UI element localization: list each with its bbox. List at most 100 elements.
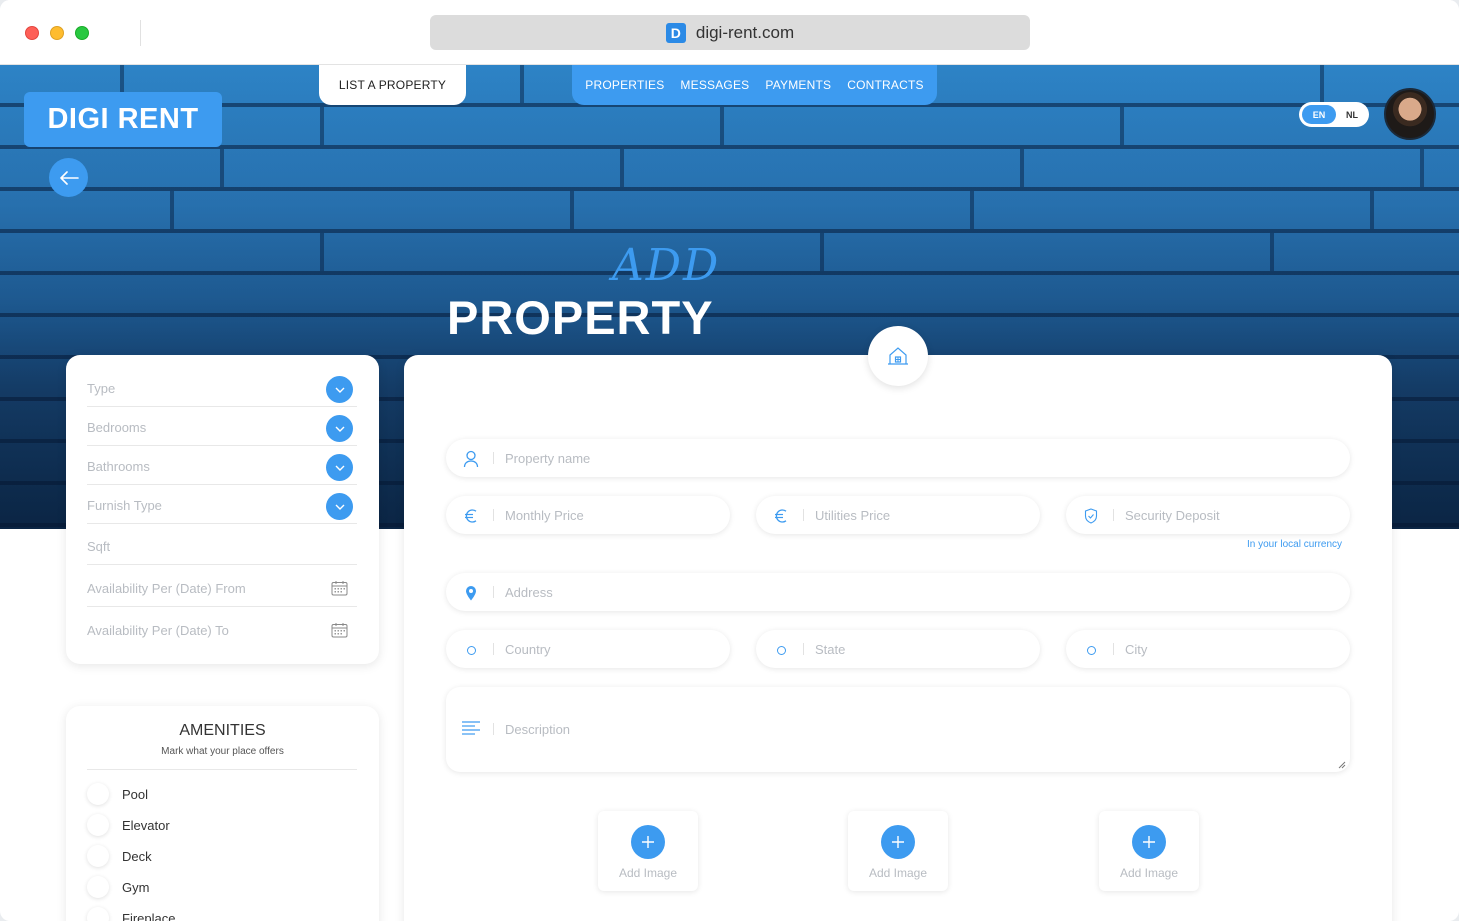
user-avatar[interactable] bbox=[1384, 88, 1436, 140]
calendar-icon[interactable] bbox=[331, 622, 348, 638]
calendar-icon[interactable] bbox=[331, 580, 348, 596]
add-image-button-2[interactable]: Add Image bbox=[848, 811, 948, 891]
nav-payments[interactable]: PAYMENTS bbox=[765, 78, 831, 92]
description-placeholder: Description bbox=[505, 722, 571, 737]
bathrooms-select[interactable]: Bathrooms bbox=[87, 451, 357, 485]
arrow-left-icon bbox=[59, 170, 79, 185]
circle-icon bbox=[462, 641, 480, 659]
monthly-price-placeholder: Monthly Price bbox=[505, 508, 584, 523]
resize-handle-icon[interactable] bbox=[1338, 761, 1346, 769]
add-image-label: Add Image bbox=[618, 866, 678, 880]
plus-icon[interactable] bbox=[631, 825, 665, 859]
furnish-type-label: Furnish Type bbox=[87, 498, 162, 513]
map-pin-icon bbox=[462, 584, 480, 602]
property-name-input[interactable]: Property name bbox=[446, 439, 1350, 477]
amenity-gym[interactable]: Gym bbox=[87, 875, 149, 899]
amenity-checkbox[interactable] bbox=[87, 783, 109, 805]
nav-list-property[interactable]: LIST A PROPERTY bbox=[319, 65, 466, 105]
city-input[interactable]: City bbox=[1066, 630, 1350, 668]
chevron-down-icon[interactable] bbox=[326, 454, 353, 481]
chevron-down-icon[interactable] bbox=[326, 415, 353, 442]
amenity-label: Fireplace bbox=[122, 910, 176, 921]
user-icon bbox=[462, 450, 480, 468]
amenity-checkbox[interactable] bbox=[87, 907, 109, 921]
add-image-label: Add Image bbox=[868, 866, 928, 880]
euro-icon bbox=[462, 507, 480, 525]
euro-icon bbox=[772, 507, 790, 525]
amenity-deck[interactable]: Deck bbox=[87, 844, 152, 868]
house-icon bbox=[888, 347, 908, 365]
plus-icon[interactable] bbox=[881, 825, 915, 859]
bathrooms-label: Bathrooms bbox=[87, 459, 150, 474]
chevron-down-icon[interactable] bbox=[326, 376, 353, 403]
availability-from-input[interactable]: Availability Per (Date) From bbox=[87, 570, 357, 607]
amenities-title: AMENITIES bbox=[179, 722, 266, 739]
amenity-checkbox[interactable] bbox=[87, 814, 109, 836]
add-image-label: Add Image bbox=[1119, 866, 1179, 880]
hero-title-script: ADD bbox=[612, 240, 721, 291]
amenities-divider bbox=[87, 769, 357, 770]
amenity-elevator[interactable]: Elevator bbox=[87, 813, 170, 837]
city-placeholder: City bbox=[1125, 642, 1148, 657]
address-input[interactable]: Address bbox=[446, 573, 1350, 611]
text-lines-icon bbox=[462, 721, 480, 735]
type-label: Type bbox=[87, 381, 116, 396]
add-image-button-1[interactable]: Add Image bbox=[598, 811, 698, 891]
property-name-placeholder: Property name bbox=[505, 451, 591, 466]
type-select[interactable]: Type bbox=[87, 373, 357, 407]
main-nav: PROPERTIES MESSAGES PAYMENTS CONTRACTS bbox=[572, 65, 937, 105]
browser-window: D digi-rent.com LIST A PROPERTY PROPERTI… bbox=[0, 0, 1459, 921]
sqft-label: Sqft bbox=[87, 539, 111, 554]
property-badge bbox=[868, 326, 928, 386]
minimize-window-button[interactable] bbox=[50, 26, 64, 40]
nav-contracts[interactable]: CONTRACTS bbox=[847, 78, 923, 92]
nav-messages[interactable]: MESSAGES bbox=[680, 78, 749, 92]
availability-from-label: Availability Per (Date) From bbox=[87, 581, 246, 596]
language-toggle[interactable]: EN NL bbox=[1299, 102, 1369, 127]
country-input[interactable]: Country bbox=[446, 630, 730, 668]
currency-hint: In your local currency bbox=[1247, 539, 1343, 550]
circle-icon bbox=[1082, 641, 1100, 659]
lang-en-option[interactable]: EN bbox=[1302, 105, 1336, 124]
address-bar[interactable]: D digi-rent.com bbox=[430, 15, 1030, 50]
utilities-price-placeholder: Utilities Price bbox=[815, 508, 891, 523]
furnish-type-select[interactable]: Furnish Type bbox=[87, 490, 357, 524]
chevron-down-icon[interactable] bbox=[326, 493, 353, 520]
amenity-checkbox[interactable] bbox=[87, 876, 109, 898]
digi-rent-logo[interactable]: DIGI RENT bbox=[24, 92, 222, 147]
state-input[interactable]: State bbox=[756, 630, 1040, 668]
amenity-label: Deck bbox=[122, 848, 152, 864]
monthly-price-input[interactable]: Monthly Price bbox=[446, 496, 730, 534]
amenity-checkbox[interactable] bbox=[87, 845, 109, 867]
bedrooms-label: Bedrooms bbox=[87, 420, 147, 435]
security-deposit-placeholder: Security Deposit bbox=[1125, 508, 1220, 523]
utilities-price-input[interactable]: Utilities Price bbox=[756, 496, 1040, 534]
site-favicon-icon: D bbox=[665, 22, 686, 43]
availability-to-input[interactable]: Availability Per (Date) To bbox=[87, 612, 357, 646]
description-textarea[interactable]: Description bbox=[446, 687, 1350, 772]
nav-properties[interactable]: PROPERTIES bbox=[585, 78, 664, 92]
maximize-window-button[interactable] bbox=[75, 26, 89, 40]
plus-icon[interactable] bbox=[1132, 825, 1166, 859]
close-window-button[interactable] bbox=[25, 26, 39, 40]
amenities-panel: AMENITIES Mark what your place offers Po… bbox=[66, 706, 379, 921]
add-image-button-3[interactable]: Add Image bbox=[1099, 811, 1199, 891]
hero-title: PROPERTY bbox=[447, 291, 714, 344]
back-button[interactable] bbox=[49, 158, 88, 197]
amenity-fireplace[interactable]: Fireplace bbox=[87, 906, 175, 921]
lang-nl-option[interactable]: NL bbox=[1339, 105, 1365, 124]
amenity-label: Gym bbox=[122, 879, 150, 895]
amenity-pool[interactable]: Pool bbox=[87, 782, 148, 806]
amenities-subtitle: Mark what your place offers bbox=[161, 746, 284, 757]
browser-titlebar: D digi-rent.com bbox=[0, 0, 1459, 65]
security-deposit-input[interactable]: Security Deposit bbox=[1066, 496, 1350, 534]
bedrooms-select[interactable]: Bedrooms bbox=[87, 412, 357, 446]
shield-icon bbox=[1082, 507, 1100, 525]
sqft-input[interactable]: Sqft bbox=[87, 529, 357, 565]
amenity-label: Pool bbox=[122, 786, 149, 802]
address-placeholder: Address bbox=[505, 585, 553, 600]
titlebar-divider bbox=[140, 20, 141, 46]
state-placeholder: State bbox=[815, 642, 846, 657]
property-filters-panel: Type Bedrooms Bathrooms Furnish Type Sqf… bbox=[66, 355, 379, 664]
circle-icon bbox=[772, 641, 790, 659]
